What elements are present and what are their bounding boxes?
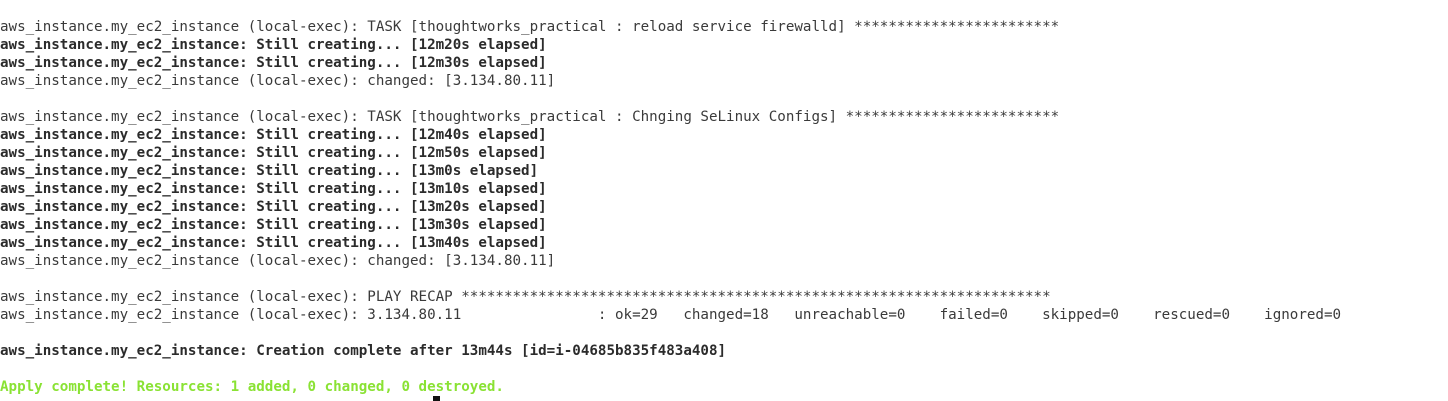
terminal-line: aws_instance.my_ec2_instance: Still crea… (0, 181, 547, 197)
prompt-cursor[interactable] (433, 396, 440, 401)
terminal-line: aws_instance.my_ec2_instance (local-exec… (0, 19, 1060, 35)
terminal-line: aws_instance.my_ec2_instance (local-exec… (0, 109, 1060, 125)
terminal-line: aws_instance.my_ec2_instance: Still crea… (0, 127, 547, 143)
terminal-line: aws_instance.my_ec2_instance: Still crea… (0, 217, 547, 233)
creation-complete-line: aws_instance.my_ec2_instance: Creation c… (0, 343, 727, 359)
terminal-line: aws_instance.my_ec2_instance: Still crea… (0, 199, 547, 215)
terminal-line: aws_instance.my_ec2_instance (local-exec… (0, 73, 556, 89)
cursor-block (433, 396, 440, 401)
terminal-line: aws_instance.my_ec2_instance: Still crea… (0, 145, 547, 161)
terminal-line: aws_instance.my_ec2_instance: Still crea… (0, 163, 539, 179)
play-recap-summary: aws_instance.my_ec2_instance (local-exec… (0, 307, 1342, 323)
terminal-line: aws_instance.my_ec2_instance (local-exec… (0, 289, 1051, 305)
terminal-line: aws_instance.my_ec2_instance: Still crea… (0, 235, 547, 251)
terminal-line: aws_instance.my_ec2_instance: Still crea… (0, 55, 547, 71)
terminal-line: aws_instance.my_ec2_instance (local-exec… (0, 253, 556, 269)
apply-complete-message: Apply complete! Resources: 1 added, 0 ch… (0, 379, 504, 395)
terminal-line: aws_instance.my_ec2_instance: Still crea… (0, 37, 547, 53)
terminal-window[interactable]: aws_instance.my_ec2_instance (local-exec… (0, 0, 1448, 401)
